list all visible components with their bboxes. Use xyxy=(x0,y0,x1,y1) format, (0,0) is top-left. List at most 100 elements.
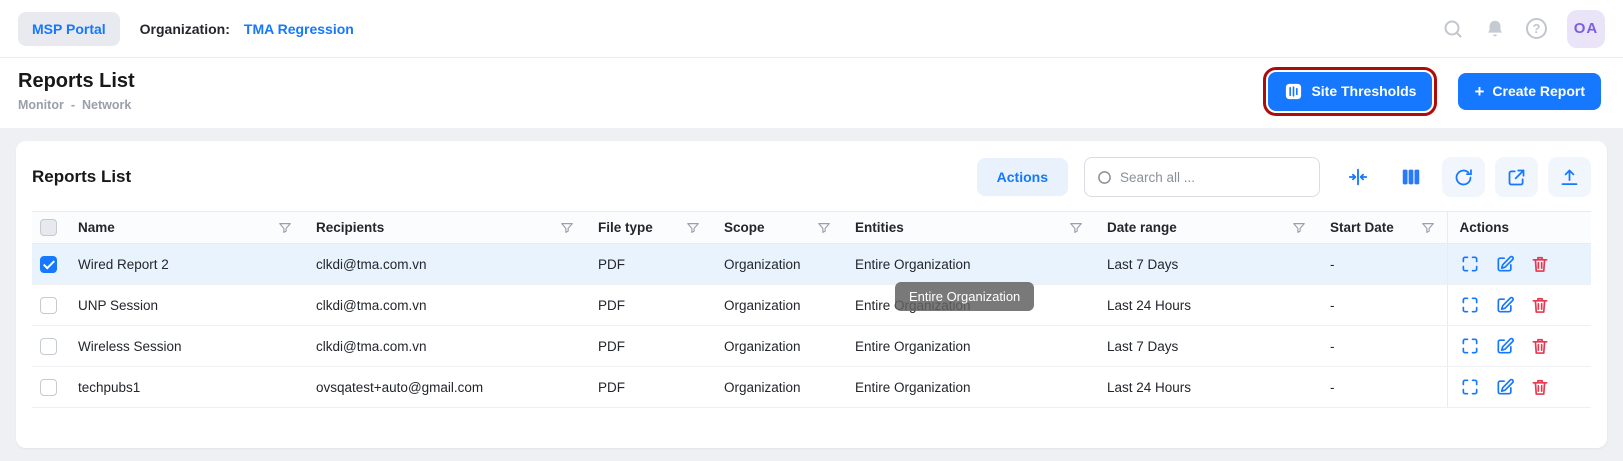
organization-name-link[interactable]: TMA Regression xyxy=(244,21,354,37)
refresh-icon[interactable] xyxy=(1442,157,1485,197)
page-header: Reports List Monitor - Network Site Thre… xyxy=(0,58,1623,128)
column-label: File type xyxy=(598,220,653,235)
edit-icon[interactable] xyxy=(1495,336,1515,356)
cell-daterange: Last 24 Hours xyxy=(1095,285,1318,326)
column-header[interactable]: Name xyxy=(66,212,304,244)
breadcrumb: Monitor - Network xyxy=(18,98,135,112)
page-header-left: Reports List Monitor - Network xyxy=(18,70,135,112)
page-header-buttons: Site Thresholds + Create Report xyxy=(1268,72,1605,111)
cell-startdate: - xyxy=(1318,326,1447,367)
body-area: Reports List Actions xyxy=(0,128,1623,461)
row-checkbox[interactable] xyxy=(40,297,57,314)
site-thresholds-label: Site Thresholds xyxy=(1311,83,1416,99)
cell-name: Wired Report 2 xyxy=(66,244,304,285)
help-icon[interactable] xyxy=(1526,18,1547,39)
search-input[interactable] xyxy=(1120,170,1307,185)
cell-startdate: - xyxy=(1318,244,1447,285)
cell-startdate: - xyxy=(1318,367,1447,408)
column-label: Entities xyxy=(855,220,904,235)
filter-icon[interactable] xyxy=(686,221,700,235)
plus-icon: + xyxy=(1474,83,1484,100)
cell-scope: Organization xyxy=(712,244,843,285)
cell-recipients: clkdi@tma.com.vn xyxy=(304,285,586,326)
reports-card: Reports List Actions xyxy=(16,141,1607,448)
cell-startdate: - xyxy=(1318,285,1447,326)
topbar-right: OA xyxy=(1442,10,1605,48)
table-row: techpubs1 ovsqatest+auto@gmail.com PDF O… xyxy=(32,367,1591,408)
toolbar: Actions xyxy=(977,157,1591,197)
column-header[interactable]: Start Date xyxy=(1318,212,1447,244)
column-header[interactable]: File type xyxy=(586,212,712,244)
filter-icon[interactable] xyxy=(1292,221,1306,235)
filter-icon[interactable] xyxy=(560,221,574,235)
column-label: Name xyxy=(78,220,115,235)
column-header[interactable]: Entities xyxy=(843,212,1095,244)
organization-label: Organization: xyxy=(140,21,230,37)
search-circle-icon xyxy=(1097,170,1112,185)
cell-entities: Entire Organization xyxy=(843,367,1095,408)
delete-icon[interactable] xyxy=(1530,377,1550,397)
breadcrumb-network[interactable]: Network xyxy=(82,98,131,112)
create-report-label: Create Report xyxy=(1492,83,1585,99)
cell-filetype: PDF xyxy=(586,285,712,326)
delete-icon[interactable] xyxy=(1530,295,1550,315)
edit-icon[interactable] xyxy=(1495,254,1515,274)
row-checkbox[interactable] xyxy=(40,256,57,273)
cell-entities: Entire Organization xyxy=(843,326,1095,367)
msp-portal-button[interactable]: MSP Portal xyxy=(18,12,120,46)
cell-entities: Entire Organization xyxy=(843,244,1095,285)
filter-icon[interactable] xyxy=(817,221,831,235)
create-report-button[interactable]: + Create Report xyxy=(1458,73,1601,110)
cell-daterange: Last 7 Days xyxy=(1095,326,1318,367)
filter-icon[interactable] xyxy=(278,221,292,235)
export-upload-icon[interactable] xyxy=(1548,157,1591,197)
cell-scope: Organization xyxy=(712,285,843,326)
table-row: Wired Report 2 clkdi@tma.com.vn PDF Orga… xyxy=(32,244,1591,285)
fullscreen-icon[interactable] xyxy=(1460,336,1480,356)
thresholds-icon xyxy=(1284,82,1303,101)
filter-icon[interactable] xyxy=(1069,221,1083,235)
cell-daterange: Last 24 Hours xyxy=(1095,367,1318,408)
table-header-row: Name Recipients File type Scope xyxy=(32,212,1591,244)
column-label: Scope xyxy=(724,220,765,235)
page: MSP Portal Organization: TMA Regression … xyxy=(0,0,1623,461)
column-label: Start Date xyxy=(1330,220,1394,235)
column-header[interactable]: Recipients xyxy=(304,212,586,244)
search-icon[interactable] xyxy=(1442,18,1464,40)
cell-filetype: PDF xyxy=(586,367,712,408)
cell-scope: Organization xyxy=(712,326,843,367)
entities-tooltip: Entire Organization xyxy=(895,282,1034,311)
cell-recipients: clkdi@tma.com.vn xyxy=(304,326,586,367)
cell-name: techpubs1 xyxy=(66,367,304,408)
cell-name: UNP Session xyxy=(66,285,304,326)
row-checkbox[interactable] xyxy=(40,379,57,396)
edit-icon[interactable] xyxy=(1495,295,1515,315)
fullscreen-icon[interactable] xyxy=(1460,254,1480,274)
delete-icon[interactable] xyxy=(1530,254,1550,274)
fullscreen-icon[interactable] xyxy=(1460,377,1480,397)
cell-filetype: PDF xyxy=(586,244,712,285)
column-label: Actions xyxy=(1460,220,1510,235)
collapse-columns-icon[interactable] xyxy=(1336,157,1379,197)
open-external-icon[interactable] xyxy=(1495,157,1538,197)
breadcrumb-monitor[interactable]: Monitor xyxy=(18,98,64,112)
delete-icon[interactable] xyxy=(1530,336,1550,356)
column-label: Date range xyxy=(1107,220,1177,235)
column-header[interactable]: Actions xyxy=(1447,212,1591,244)
avatar[interactable]: OA xyxy=(1567,10,1605,48)
table-row: Wireless Session clkdi@tma.com.vn PDF Or… xyxy=(32,326,1591,367)
column-header[interactable]: Scope xyxy=(712,212,843,244)
row-checkbox[interactable] xyxy=(40,338,57,355)
site-thresholds-button[interactable]: Site Thresholds xyxy=(1268,72,1432,111)
column-header[interactable]: Date range xyxy=(1095,212,1318,244)
reports-table: Name Recipients File type Scope xyxy=(32,211,1591,408)
select-all-checkbox[interactable] xyxy=(40,219,57,236)
cell-recipients: clkdi@tma.com.vn xyxy=(304,244,586,285)
filter-icon[interactable] xyxy=(1421,221,1435,235)
columns-icon[interactable] xyxy=(1389,157,1432,197)
cell-recipients: ovsqatest+auto@gmail.com xyxy=(304,367,586,408)
fullscreen-icon[interactable] xyxy=(1460,295,1480,315)
bell-icon[interactable] xyxy=(1484,18,1506,40)
edit-icon[interactable] xyxy=(1495,377,1515,397)
actions-button[interactable]: Actions xyxy=(977,158,1068,196)
